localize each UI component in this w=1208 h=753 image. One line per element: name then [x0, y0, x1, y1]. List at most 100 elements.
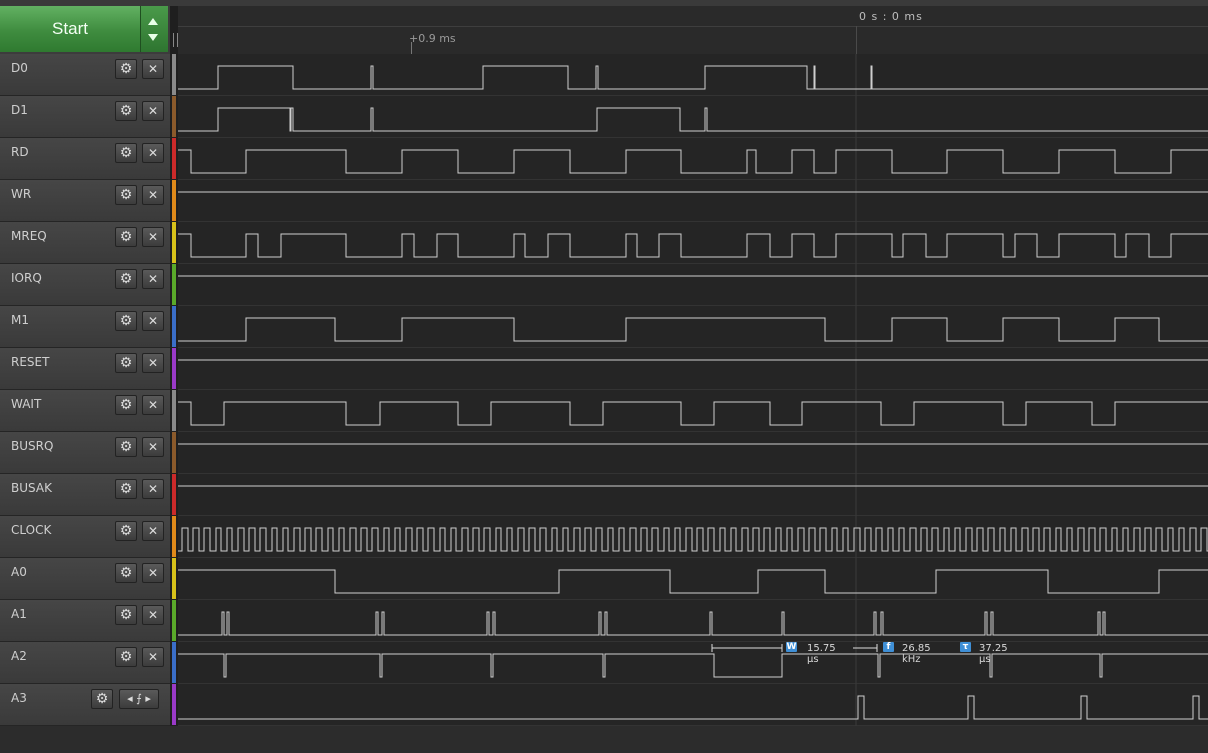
- channel-row-a1[interactable]: A1 ⚙ ✕: [0, 600, 170, 642]
- lane-separator: [178, 557, 1208, 558]
- gear-icon[interactable]: ⚙: [115, 269, 137, 289]
- channel-color-strip: [172, 222, 176, 263]
- channel-name[interactable]: IORQ: [11, 271, 42, 285]
- close-icon[interactable]: ✕: [142, 437, 164, 457]
- channel-name[interactable]: MREQ: [11, 229, 47, 243]
- channel-color-strip: [172, 180, 176, 221]
- channel-color-strip: [172, 390, 176, 431]
- channel-color-strip: [172, 558, 176, 599]
- channel-lane: [178, 348, 1208, 389]
- channel-color-strip: [172, 432, 176, 473]
- width-measure-arrow: [711, 644, 783, 652]
- close-icon[interactable]: ✕: [142, 59, 164, 79]
- close-icon[interactable]: ✕: [142, 605, 164, 625]
- channel-row-clock[interactable]: CLOCK ⚙ ✕: [0, 516, 170, 558]
- channel-row-a2[interactable]: A2 ⚙ ✕: [0, 642, 170, 684]
- gear-icon[interactable]: ⚙: [91, 689, 113, 709]
- channel-color-strip: [172, 516, 176, 557]
- gear-icon[interactable]: ⚙: [115, 59, 137, 79]
- gear-icon[interactable]: ⚙: [115, 437, 137, 457]
- width-measure-icon: W: [786, 642, 797, 652]
- close-icon[interactable]: ✕: [142, 479, 164, 499]
- close-icon[interactable]: ✕: [142, 185, 164, 205]
- channel-row-d0[interactable]: D0 ⚙ ✕: [0, 54, 170, 96]
- channel-color-strip: [172, 264, 176, 305]
- channel-name[interactable]: RESET: [11, 355, 49, 369]
- close-icon[interactable]: ✕: [142, 521, 164, 541]
- gear-icon[interactable]: ⚙: [115, 101, 137, 121]
- relative-time-tick: [411, 42, 412, 54]
- channel-name[interactable]: WR: [11, 187, 31, 201]
- lane-separator: [178, 473, 1208, 474]
- gear-icon[interactable]: ⚙: [115, 395, 137, 415]
- channel-name[interactable]: RD: [11, 145, 29, 159]
- gear-icon[interactable]: ⚙: [115, 143, 137, 163]
- gear-icon[interactable]: ⚙: [115, 479, 137, 499]
- lane-separator: [178, 347, 1208, 348]
- lane-separator: [178, 221, 1208, 222]
- close-icon[interactable]: ✕: [142, 227, 164, 247]
- gear-icon[interactable]: ⚙: [115, 311, 137, 331]
- channel-row-busrq[interactable]: BUSRQ ⚙ ✕: [0, 432, 170, 474]
- channel-row-rd[interactable]: RD ⚙ ✕: [0, 138, 170, 180]
- close-icon[interactable]: ✕: [142, 353, 164, 373]
- channel-row-iorq[interactable]: IORQ ⚙ ✕: [0, 264, 170, 306]
- lane-separator: [178, 137, 1208, 138]
- close-icon[interactable]: ✕: [142, 311, 164, 331]
- channel-name[interactable]: A3: [11, 691, 27, 705]
- rising-edge-trigger-icon[interactable]: ◂ ⨍ ▸: [119, 689, 159, 709]
- gear-icon[interactable]: ⚙: [115, 353, 137, 373]
- close-icon[interactable]: ✕: [142, 563, 164, 583]
- gear-icon[interactable]: ⚙: [115, 227, 137, 247]
- channel-name[interactable]: BUSRQ: [11, 439, 53, 453]
- channel-name[interactable]: D1: [11, 103, 28, 117]
- channel-name[interactable]: A2: [11, 649, 27, 663]
- channel-row-wr[interactable]: WR ⚙ ✕: [0, 180, 170, 222]
- channel-row-mreq[interactable]: MREQ ⚙ ✕: [0, 222, 170, 264]
- start-options-toggle[interactable]: [141, 6, 168, 52]
- waveform-area[interactable]: [178, 54, 1208, 726]
- channel-name[interactable]: CLOCK: [11, 523, 51, 537]
- gear-icon[interactable]: ⚙: [115, 605, 137, 625]
- gear-icon[interactable]: ⚙: [115, 563, 137, 583]
- arrow-up-icon[interactable]: [148, 18, 158, 25]
- channel-lane: [178, 306, 1208, 347]
- channel-name[interactable]: BUSAK: [11, 481, 52, 495]
- resize-handle-icon[interactable]: [173, 33, 178, 47]
- close-icon[interactable]: ✕: [142, 143, 164, 163]
- channel-name[interactable]: D0: [11, 61, 28, 75]
- period-measure-icon: τ: [960, 642, 971, 652]
- gear-icon[interactable]: ⚙: [115, 185, 137, 205]
- gear-icon[interactable]: ⚙: [115, 647, 137, 667]
- channel-row-d1[interactable]: D1 ⚙ ✕: [0, 96, 170, 138]
- channel-row-busak[interactable]: BUSAK ⚙ ✕: [0, 474, 170, 516]
- channel-color-strip: [172, 348, 176, 389]
- channel-row-wait[interactable]: WAIT ⚙ ✕: [0, 390, 170, 432]
- channel-lane: [178, 180, 1208, 221]
- channel-name[interactable]: A1: [11, 607, 27, 621]
- channel-name[interactable]: M1: [11, 313, 29, 327]
- channel-row-a0[interactable]: A0 ⚙ ✕: [0, 558, 170, 600]
- channel-lane: [178, 432, 1208, 473]
- lane-separator: [178, 95, 1208, 96]
- channel-row-m1[interactable]: M1 ⚙ ✕: [0, 306, 170, 348]
- channel-name[interactable]: WAIT: [11, 397, 41, 411]
- frequency-measure-icon: f: [883, 642, 894, 652]
- channel-row-a3[interactable]: A3 ⚙ ◂ ⨍ ▸: [0, 684, 170, 726]
- close-icon[interactable]: ✕: [142, 647, 164, 667]
- close-icon[interactable]: ✕: [142, 269, 164, 289]
- channel-color-strip: [172, 684, 176, 725]
- start-button[interactable]: Start: [0, 6, 141, 52]
- channel-row-reset[interactable]: RESET ⚙ ✕: [0, 348, 170, 390]
- timeline-ruler[interactable]: 0 s : 0 ms +0.9 ms: [173, 6, 1208, 54]
- channel-color-strip: [172, 474, 176, 515]
- gear-icon[interactable]: ⚙: [115, 521, 137, 541]
- close-icon[interactable]: ✕: [142, 395, 164, 415]
- relative-time-label: +0.9 ms: [409, 32, 456, 45]
- arrow-down-icon[interactable]: [148, 34, 158, 41]
- lane-separator: [178, 263, 1208, 264]
- channel-color-strip: [172, 138, 176, 179]
- close-icon[interactable]: ✕: [142, 101, 164, 121]
- width-measure-value: 15.75 µs: [807, 643, 836, 665]
- channel-name[interactable]: A0: [11, 565, 27, 579]
